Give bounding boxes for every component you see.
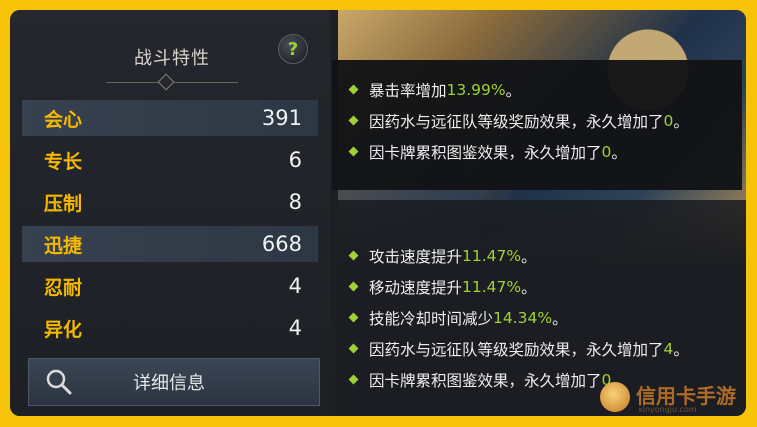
stat-name: 专长 [44,150,83,173]
line-text: 暴击率增加 [369,81,447,100]
tooltip-line: 因药水与远征队等级奖励效果，永久增加了 0。 [332,105,742,136]
crit-tooltip: 暴击率增加 13.99%。 因药水与远征队等级奖励效果，永久增加了 0。 因卡牌累积… [332,60,742,190]
line-text: 因药水与远征队等级奖励效果，永久增加了 [369,112,664,131]
tooltip-line: 移动速度提升 11.47%。 [332,271,742,302]
line-value: 13.99% [446,80,506,99]
watermark-logo-icon [600,382,630,412]
line-suffix: 。 [521,247,537,266]
stat-name: 迅捷 [44,234,83,257]
stat-value: 4 [288,274,302,298]
panel-title: 战斗特性 [106,32,238,83]
stats-list: 会心 391 专长 6 压制 8 迅捷 668 忍耐 4 异化 4 [22,100,318,352]
stat-value: 4 [288,316,302,340]
line-text: 因药水与远征队等级奖励效果，永久增加了 [369,340,664,359]
tooltip-line: 因药水与远征队等级奖励效果，永久增加了 4。 [332,333,742,364]
stat-name: 异化 [44,318,83,341]
stat-name: 会心 [44,108,83,131]
magnifier-icon [29,367,89,397]
line-text: 技能冷却时间减少 [369,309,494,328]
detail-info-button[interactable]: 详细信息 [28,358,320,406]
line-text: 因卡牌累积图鉴效果，永久增加了 [369,143,602,162]
bullet-diamond-icon [348,84,359,95]
tooltip-line: 因卡牌累积图鉴效果，永久增加了 0。 [332,136,742,167]
swiftness-tooltip: 攻击速度提升 11.47%。 移动速度提升 11.47%。 技能冷却时间减少 14.3… [332,236,742,396]
bullet-diamond-icon [348,146,359,157]
line-text: 因卡牌累积图鉴效果，永久增加了 [369,371,602,390]
bullet-diamond-icon [348,312,359,323]
bullet-diamond-icon [348,115,359,126]
line-suffix: 。 [521,278,537,297]
stat-row-endurance[interactable]: 忍耐 4 [22,268,318,304]
stat-row-specialization[interactable]: 专长 6 [22,142,318,178]
detail-info-label: 详细信息 [133,373,205,394]
line-value: 14.34% [493,308,553,327]
stat-value: 6 [288,148,302,172]
stat-name: 压制 [44,192,83,215]
combat-stats-panel: 战斗特性 ? 会心 391 专长 6 压制 8 迅捷 668 忍耐 4 异化 4… [10,10,330,416]
stat-name: 忍耐 [44,276,83,299]
line-suffix: 。 [673,112,689,131]
game-window: 战斗特性 ? 会心 391 专长 6 压制 8 迅捷 668 忍耐 4 异化 4… [10,10,746,416]
line-text: 攻击速度提升 [369,247,463,266]
watermark-url: xinyongju.com [638,405,697,414]
site-watermark: 信用卡手游 xinyongju.com [598,380,748,420]
bullet-diamond-icon [348,374,359,385]
line-value: 0 [663,111,674,130]
line-suffix: 。 [552,309,568,328]
line-value: 11.47% [462,277,522,296]
stat-row-crit[interactable]: 会心 391 [22,100,318,136]
bullet-diamond-icon [348,250,359,261]
line-suffix: 。 [505,81,522,100]
line-suffix: 。 [673,340,689,359]
line-value: 0 [601,142,612,161]
stat-row-domination[interactable]: 压制 8 [22,184,318,220]
tooltip-line: 技能冷却时间减少 14.34%。 [332,302,742,333]
stat-row-swiftness[interactable]: 迅捷 668 [22,226,318,262]
help-icon[interactable]: ? [278,34,308,64]
line-suffix: 。 [611,143,627,162]
stat-value: 391 [261,106,302,130]
stat-value: 668 [261,232,302,256]
bullet-diamond-icon [348,281,359,292]
line-value: 11.47% [462,246,522,265]
stat-value: 8 [288,190,302,214]
line-value: 4 [663,339,674,358]
tooltip-line: 攻击速度提升 11.47%。 [332,240,742,271]
line-text: 移动速度提升 [369,278,463,297]
stat-row-expertise[interactable]: 异化 4 [22,310,318,346]
bullet-diamond-icon [348,343,359,354]
tooltip-line: 暴击率增加 13.99%。 [332,74,742,105]
